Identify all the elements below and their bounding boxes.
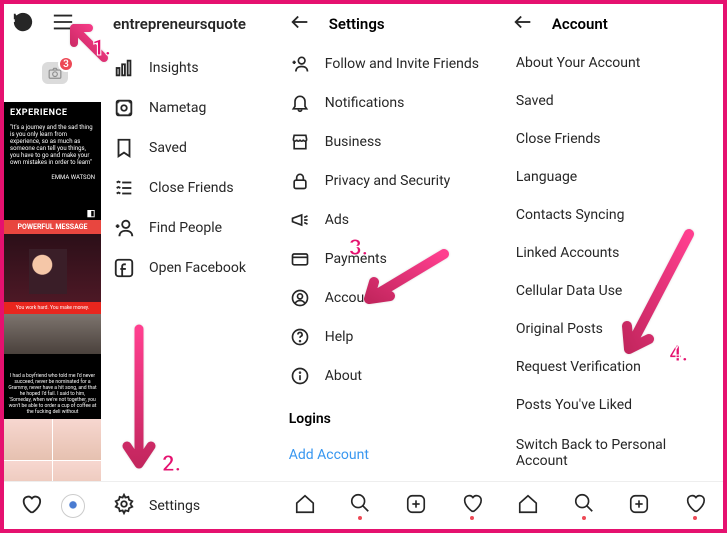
heart-icon[interactable] [684, 492, 706, 520]
drawer-item-nametag[interactable]: Nametag [101, 88, 277, 128]
settings-list: Follow and Invite Friends Notifications … [277, 44, 500, 481]
settings-title: Settings [329, 15, 385, 33]
settings-item-notifications[interactable]: Notifications [281, 83, 496, 122]
feed-post[interactable] [4, 419, 101, 481]
feed-column: 3 EXPERIENCE "It's a journey and the sad… [4, 4, 101, 529]
camera-icon[interactable]: 3 [42, 62, 68, 84]
close-friends-icon [113, 177, 135, 199]
feed-posts[interactable]: EXPERIENCE "It's a journey and the sad t… [4, 102, 101, 481]
feed-post[interactable]: You work hard. You make money. [4, 234, 101, 314]
heart-icon[interactable] [461, 492, 483, 520]
account-item-language[interactable]: Language [504, 158, 719, 196]
heart-icon[interactable] [20, 493, 42, 519]
nametag-icon [113, 97, 135, 119]
person-icon [289, 287, 311, 309]
drawer-item-find-people[interactable]: Find People [101, 208, 277, 248]
bell-icon [289, 92, 311, 114]
settings-item-privacy[interactable]: Privacy and Security [281, 161, 496, 200]
lock-icon [289, 170, 311, 192]
back-icon[interactable] [289, 11, 311, 37]
storefront-icon [289, 131, 311, 153]
drawer-footer-label: Settings [149, 498, 200, 514]
account-list: About Your Account Saved Close Friends L… [500, 44, 723, 481]
add-person-icon [289, 53, 311, 75]
account-item-saved[interactable]: Saved [504, 82, 719, 120]
account-item-close-friends[interactable]: Close Friends [504, 120, 719, 158]
add-post-icon[interactable] [628, 493, 650, 519]
drawer-item-label: Insights [149, 60, 199, 76]
hamburger-icon[interactable] [52, 13, 74, 35]
card-icon [289, 248, 311, 270]
drawer-item-label: Close Friends [149, 180, 234, 196]
drawer-menu: Insights Nametag Saved Close Friends Fin… [101, 44, 277, 481]
account-item-contacts[interactable]: Contacts Syncing [504, 196, 719, 234]
megaphone-icon [289, 209, 311, 231]
feed-post-label[interactable]: ◧ POWERFUL MESSAGE [4, 220, 101, 234]
account-item-linked[interactable]: Linked Accounts [504, 234, 719, 272]
drawer-username: entrepreneursquote [101, 4, 277, 44]
account-item-switch[interactable]: Switch Back to Personal Account [504, 434, 719, 472]
account-item-verify[interactable]: Request Verification [504, 348, 719, 386]
settings-item-follow[interactable]: Follow and Invite Friends [281, 44, 496, 83]
notification-badge: 3 [58, 56, 74, 72]
settings-column: Settings Follow and Invite Friends Notif… [277, 4, 500, 529]
home-icon[interactable] [517, 493, 539, 519]
settings-item-account[interactable]: Account [281, 278, 496, 317]
settings-item-business[interactable]: Business [281, 122, 496, 161]
archive-icon[interactable] [12, 11, 34, 37]
search-icon[interactable] [349, 492, 371, 520]
bookmark-icon [113, 137, 135, 159]
drawer-item-close-friends[interactable]: Close Friends [101, 168, 277, 208]
drawer-item-insights[interactable]: Insights [101, 48, 277, 88]
drawer-item-label: Nametag [149, 100, 206, 116]
profile-avatar[interactable] [61, 494, 85, 518]
add-person-icon [113, 217, 135, 239]
settings-bottom-nav [277, 481, 500, 529]
story-tray[interactable]: 3 [4, 44, 101, 102]
account-item-liked[interactable]: Posts You've Liked [504, 386, 719, 424]
settings-add-account[interactable]: Add Account [281, 435, 496, 474]
drawer-item-label: Find People [149, 220, 222, 236]
carousel-icon: ◧ [85, 208, 97, 220]
account-item-cellular[interactable]: Cellular Data Use [504, 272, 719, 310]
feed-post[interactable]: EXPERIENCE "It's a journey and the sad t… [4, 102, 101, 220]
gear-icon [113, 493, 135, 519]
account-item-original[interactable]: Original Posts [504, 310, 719, 348]
account-bottom-nav [500, 481, 723, 529]
info-icon [289, 365, 311, 387]
feed-top-bar [4, 4, 101, 44]
drawer-item-facebook[interactable]: Open Facebook [101, 248, 277, 288]
back-icon[interactable] [512, 11, 534, 37]
home-icon[interactable] [294, 493, 316, 519]
account-header: Account [500, 4, 723, 44]
profile-drawer: entrepreneursquote Insights Nametag Save… [101, 4, 277, 529]
drawer-item-saved[interactable]: Saved [101, 128, 277, 168]
settings-item-payments[interactable]: Payments [281, 239, 496, 278]
account-column: Account About Your Account Saved Close F… [500, 4, 723, 529]
add-post-icon[interactable] [405, 493, 427, 519]
insights-icon [113, 57, 135, 79]
search-icon[interactable] [573, 492, 595, 520]
feed-bottom-nav [4, 481, 101, 529]
facebook-icon [113, 257, 135, 279]
account-title: Account [552, 15, 608, 33]
settings-logins-label: Logins [281, 395, 496, 435]
account-item-about[interactable]: About Your Account [504, 44, 719, 82]
settings-header: Settings [277, 4, 500, 44]
help-icon [289, 326, 311, 348]
settings-item-help[interactable]: Help [281, 317, 496, 356]
drawer-item-label: Saved [149, 140, 187, 156]
feed-post[interactable]: I had a boyfriend who told me I'd never … [4, 314, 101, 419]
settings-item-about[interactable]: About [281, 356, 496, 395]
app-frame: 3 EXPERIENCE "It's a journey and the sad… [0, 0, 727, 533]
drawer-item-label: Open Facebook [149, 260, 246, 276]
drawer-settings[interactable]: Settings [101, 481, 277, 529]
settings-item-ads[interactable]: Ads [281, 200, 496, 239]
